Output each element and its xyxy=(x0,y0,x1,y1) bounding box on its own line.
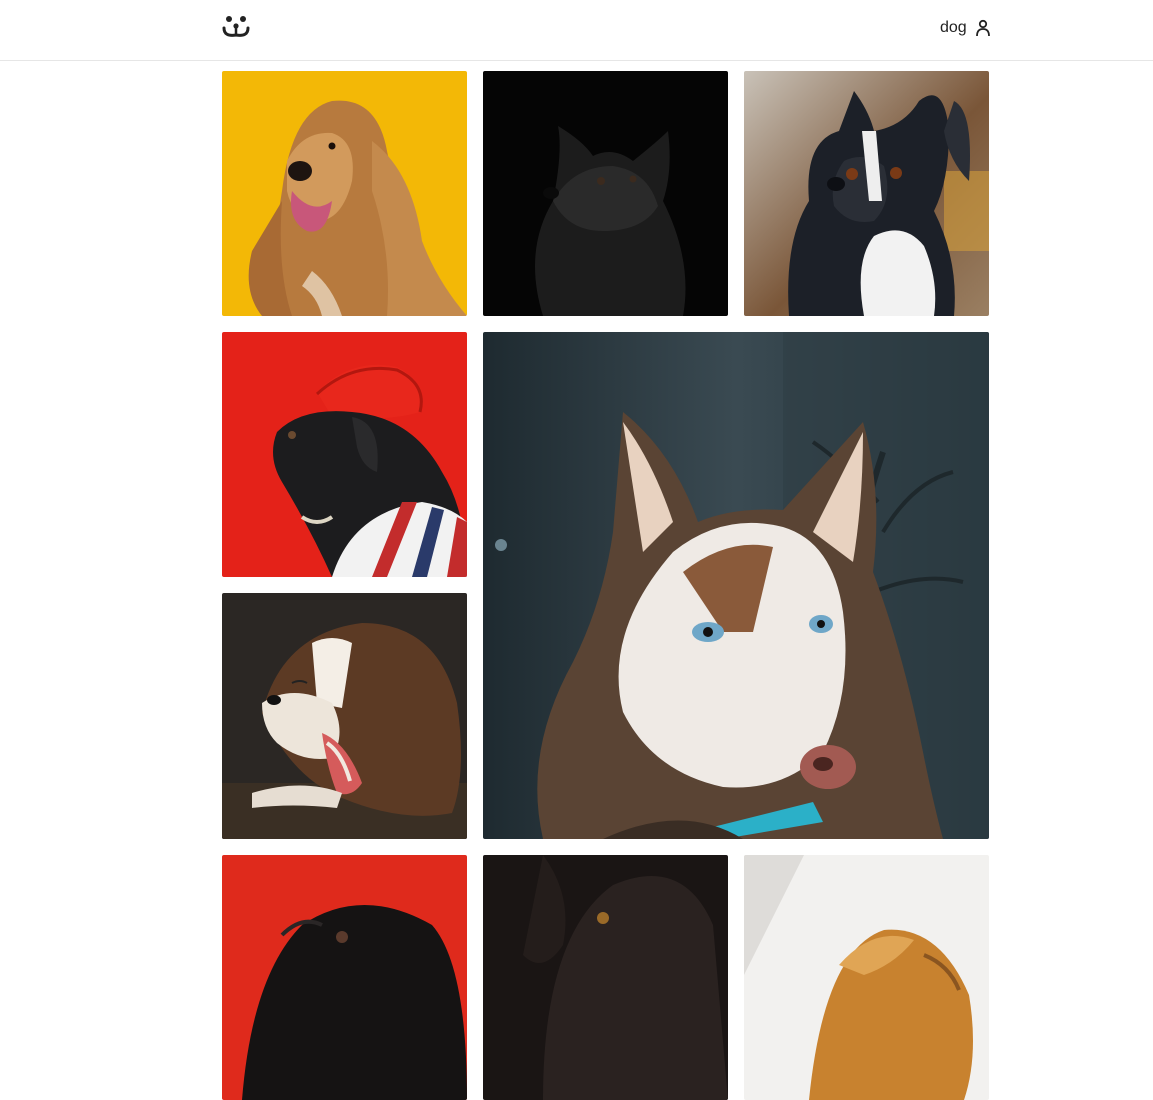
photo-siberian-husky[interactable] xyxy=(483,332,989,839)
photo-yawning-puppy[interactable] xyxy=(222,593,467,839)
person-icon[interactable] xyxy=(975,19,991,37)
user-menu[interactable]: dog xyxy=(940,17,991,39)
username-label[interactable]: dog xyxy=(940,17,967,39)
photo-black-pug-red[interactable] xyxy=(222,855,467,1100)
photo-pug-red-beret[interactable] xyxy=(222,332,467,577)
photo-black-spitz[interactable] xyxy=(483,71,728,316)
top-bar: dog xyxy=(0,0,1153,61)
photo-boston-terrier[interactable] xyxy=(744,71,989,316)
smiling-dog-face-icon[interactable] xyxy=(221,13,251,39)
photo-afghan-hound[interactable] xyxy=(222,71,467,316)
photo-black-labrador[interactable] xyxy=(483,855,728,1100)
photo-tan-dog[interactable] xyxy=(744,855,989,1100)
